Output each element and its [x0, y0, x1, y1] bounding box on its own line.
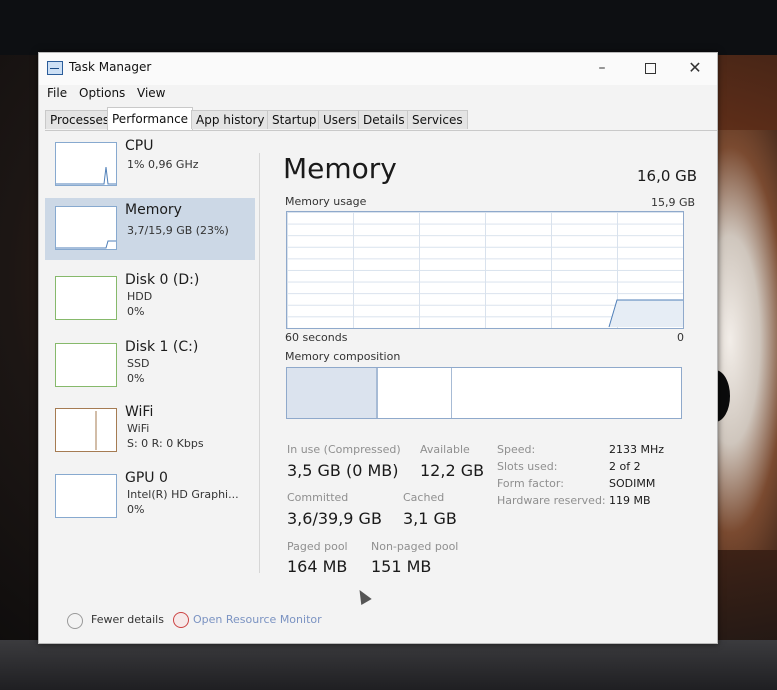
sidebar-item-detail: Intel(R) HD Graphi...: [127, 488, 239, 501]
paged-pool-value: 164 MB: [287, 557, 348, 576]
sidebar-item-detail: WiFi: [127, 422, 150, 435]
hardware-reserved-label: Hardware reserved:: [497, 494, 606, 507]
wifi-thumbnail: [55, 408, 117, 452]
tab-startup[interactable]: Startup: [267, 110, 322, 129]
memory-mini-graph: [56, 240, 116, 249]
maximize-icon: [644, 62, 656, 74]
form-factor-label: Form factor:: [497, 477, 564, 490]
minimize-button[interactable]: –: [587, 57, 617, 79]
chevron-up-icon: [67, 613, 83, 629]
menu-options[interactable]: Options: [79, 86, 125, 100]
task-manager-window: Task Manager – ✕ File Options View Proce…: [38, 52, 718, 644]
non-paged-pool-label: Non-paged pool: [371, 540, 459, 553]
resource-monitor-icon: [173, 612, 189, 628]
tab-bar: Processes Performance App history Startu…: [45, 107, 717, 131]
sidebar-item-usage: 0%: [127, 372, 145, 385]
available-label: Available: [420, 443, 470, 456]
sidebar-item-usage: 0%: [127, 305, 145, 318]
speed-value: 2133 MHz: [609, 443, 665, 456]
cached-label: Cached: [403, 491, 445, 504]
sidebar-item-detail: 1% 0,96 GHz: [127, 158, 199, 171]
sidebar-item-label: Memory: [125, 202, 182, 218]
in-use-label: In use (Compressed): [287, 443, 401, 456]
background-top: [0, 0, 777, 55]
tab-performance[interactable]: Performance: [107, 107, 194, 130]
sidebar-item-gpu-0[interactable]: GPU 0 Intel(R) HD Graphi... 0%: [45, 466, 255, 528]
sidebar-item-cpu[interactable]: CPU 1% 0,96 GHz: [45, 134, 255, 196]
window-title: Task Manager: [69, 60, 152, 74]
cpu-thumbnail: [55, 142, 117, 186]
memory-composition-label: Memory composition: [285, 350, 401, 363]
maximize-button[interactable]: [635, 57, 665, 79]
wifi-mini-graph: [95, 411, 97, 450]
sidebar-item-label: WiFi: [125, 404, 154, 420]
sidebar-item-wifi[interactable]: WiFi WiFi S: 0 R: 0 Kbps: [45, 400, 255, 462]
memory-usage-graph: [286, 211, 684, 329]
committed-value: 3,6/39,9 GB: [287, 509, 382, 528]
slots-used-label: Slots used:: [497, 460, 558, 473]
page-title: Memory: [283, 152, 397, 185]
speed-label: Speed:: [497, 443, 536, 456]
sidebar-item-disk-1[interactable]: Disk 1 (C:) SSD 0%: [45, 335, 255, 397]
menu-bar: File Options View: [39, 83, 717, 103]
close-button[interactable]: ✕: [680, 57, 710, 79]
tab-processes[interactable]: Processes: [45, 110, 115, 129]
memory-usage-label: Memory usage: [285, 195, 367, 208]
tab-users[interactable]: Users: [318, 110, 362, 129]
sidebar-item-disk-0[interactable]: Disk 0 (D:) HDD 0%: [45, 268, 255, 330]
hardware-reserved-value: 119 MB: [609, 494, 651, 507]
in-use-value: 3,5 GB (0 MB): [287, 461, 399, 480]
committed-label: Committed: [287, 491, 349, 504]
memory-thumbnail: [55, 206, 117, 250]
sidebar-item-detail: 3,7/15,9 GB (23%): [127, 224, 229, 237]
sidebar-item-usage: 0%: [127, 503, 145, 516]
memory-usage-max: 15,9 GB: [651, 196, 696, 209]
slots-used-value: 2 of 2: [609, 460, 641, 473]
title-bar[interactable]: Task Manager – ✕: [39, 53, 717, 85]
disk-1-thumbnail: [55, 343, 117, 387]
available-value: 12,2 GB: [420, 461, 485, 480]
tab-details[interactable]: Details: [358, 110, 410, 129]
menu-file[interactable]: File: [47, 86, 67, 100]
cached-value: 3,1 GB: [403, 509, 457, 528]
fewer-details-button[interactable]: Fewer details: [91, 613, 164, 626]
sidebar-divider: [259, 153, 260, 573]
background-bottom: [0, 640, 777, 690]
non-paged-pool-value: 151 MB: [371, 557, 432, 576]
sidebar-item-detail: SSD: [127, 357, 150, 370]
sidebar-item-detail: HDD: [127, 290, 153, 303]
performance-sidebar: CPU 1% 0,96 GHz Memory 3,7/15,9 GB (23%)…: [45, 132, 257, 572]
sidebar-item-memory[interactable]: Memory 3,7/15,9 GB (23%): [45, 198, 255, 260]
graph-x-left-label: 60 seconds: [285, 331, 348, 344]
sidebar-item-label: GPU 0: [125, 470, 168, 486]
task-manager-icon: [47, 61, 63, 75]
sidebar-item-label: Disk 1 (C:): [125, 339, 199, 355]
composition-in-use: [287, 368, 378, 418]
gpu-thumbnail: [55, 474, 117, 518]
memory-composition-bar: [286, 367, 682, 419]
cpu-mini-graph: [56, 166, 116, 185]
memory-usage-line: [608, 299, 683, 328]
footer: Fewer details Open Resource Monitor: [39, 603, 717, 639]
tab-app-history[interactable]: App history: [191, 110, 270, 129]
paged-pool-label: Paged pool: [287, 540, 348, 553]
composition-divider: [451, 368, 452, 418]
graph-x-right-label: 0: [677, 331, 684, 344]
tab-services[interactable]: Services: [407, 110, 468, 129]
menu-view[interactable]: View: [137, 86, 165, 100]
disk-0-thumbnail: [55, 276, 117, 320]
form-factor-value: SODIMM: [609, 477, 656, 490]
sidebar-item-label: Disk 0 (D:): [125, 272, 200, 288]
sidebar-item-usage: S: 0 R: 0 Kbps: [127, 437, 204, 450]
memory-total: 16,0 GB: [637, 167, 698, 185]
sidebar-item-label: CPU: [125, 138, 154, 154]
open-resource-monitor-link[interactable]: Open Resource Monitor: [193, 613, 322, 626]
